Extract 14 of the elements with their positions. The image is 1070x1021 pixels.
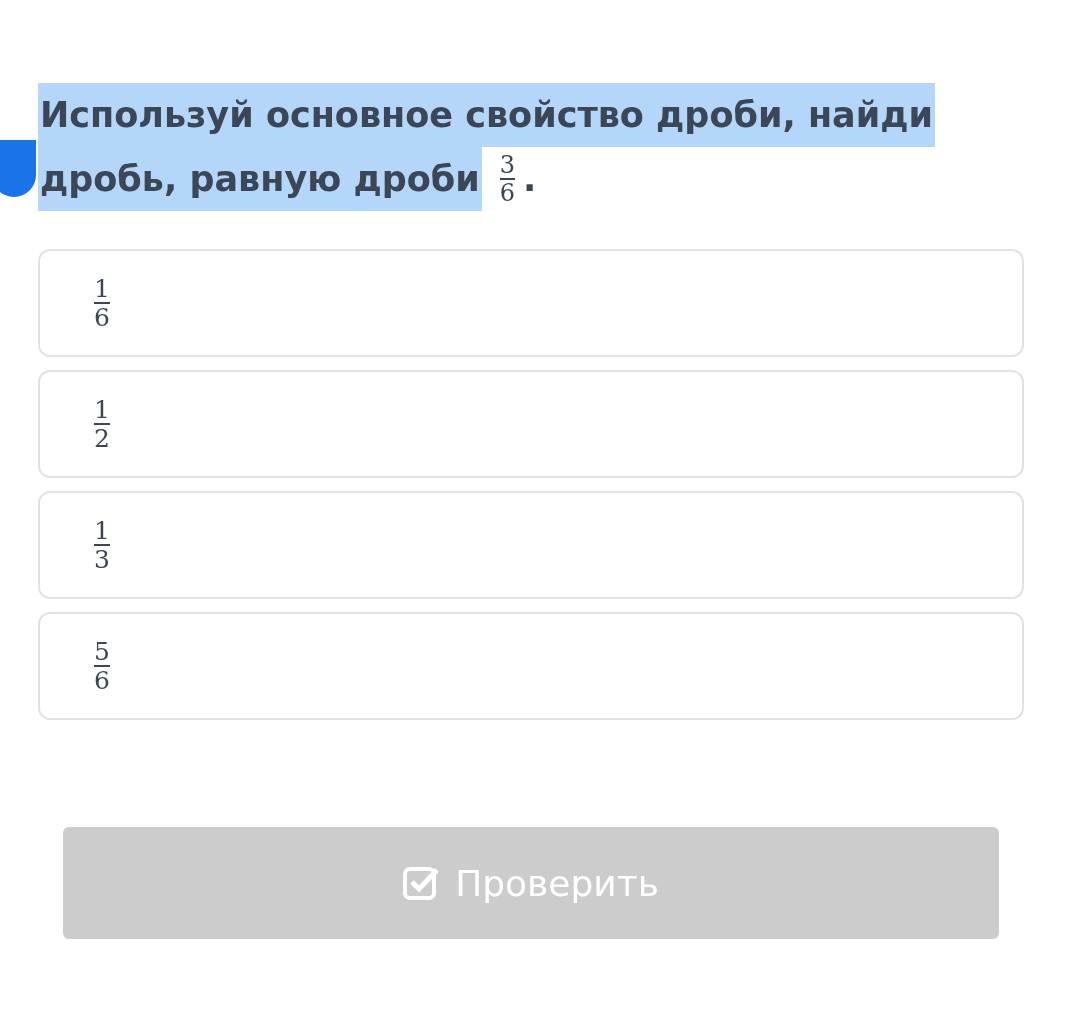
answer-option[interactable]: 1 3: [38, 491, 1024, 599]
question-text: дробь, равную дроби: [38, 147, 482, 211]
fraction: 1 2: [94, 395, 110, 453]
answer-option[interactable]: 1 2: [38, 370, 1024, 478]
fraction: 5 6: [94, 637, 110, 695]
fraction: 3 6: [499, 151, 516, 207]
selection-handle[interactable]: [0, 140, 36, 197]
answer-option[interactable]: 5 6: [38, 612, 1024, 720]
question-text: Используй основное свойство дроби, найди: [38, 83, 935, 147]
question-period: .: [523, 158, 537, 201]
fraction: 1 3: [94, 516, 110, 574]
fraction: 1 6: [94, 274, 110, 332]
answer-option[interactable]: 1 6: [38, 249, 1024, 357]
checkbox-check-icon: [403, 866, 440, 900]
